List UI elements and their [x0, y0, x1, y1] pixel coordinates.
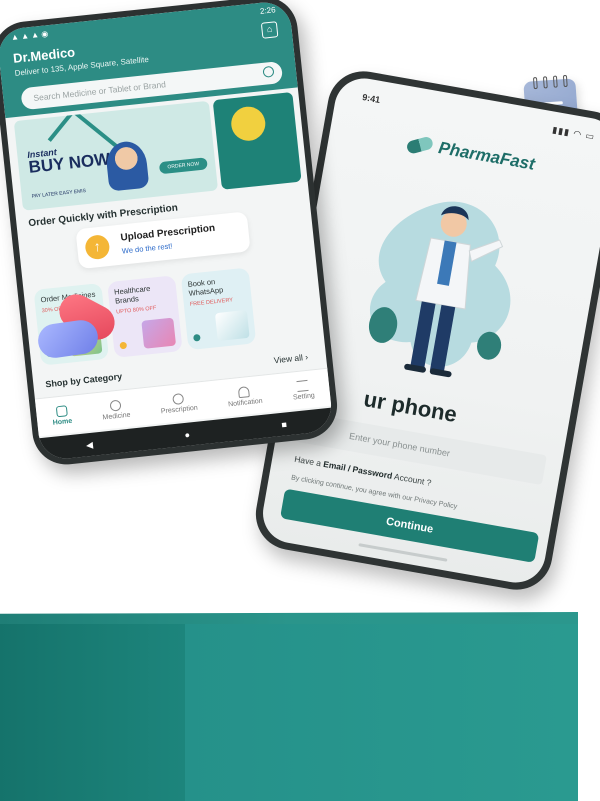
- status-icons: ▮▮▮ ◠ ▭: [551, 124, 596, 142]
- brands-image: [141, 317, 177, 349]
- whatsapp-booking-card[interactable]: Book on WhatsApp FREE DELIVERY: [180, 267, 257, 351]
- status-icons: ▲ ▲ ▲ ◉: [10, 29, 49, 43]
- capsule-icon: [35, 288, 121, 361]
- upload-icon: [172, 392, 185, 405]
- recents-icon[interactable]: ■: [281, 419, 287, 430]
- drmedico-phone: ▲ ▲ ▲ ◉ 2:26 Dr.Medico Deliver to 135, A…: [0, 0, 341, 468]
- shop-by-category-title: Shop by Category: [44, 371, 123, 390]
- phone-number-input[interactable]: Enter your phone number: [295, 412, 547, 486]
- nav-home[interactable]: Home: [51, 404, 73, 426]
- podium-side: [185, 624, 578, 801]
- nav-prescription[interactable]: Prescription: [159, 391, 198, 415]
- nav-notification[interactable]: Notification: [226, 384, 263, 408]
- status-time: 2:26: [259, 5, 276, 16]
- podium-front: [0, 624, 185, 801]
- pill-icon: [405, 135, 435, 155]
- promo-banner[interactable]: Instant BUY NOW PAY LATER EASY EMIS ORDE…: [13, 100, 219, 211]
- home-indicator: [358, 543, 448, 562]
- view-all-link[interactable]: View all ›: [273, 352, 308, 366]
- login-heading: ur phone: [361, 386, 459, 427]
- nav-medicine[interactable]: Medicine: [101, 398, 131, 421]
- search-icon: [262, 65, 275, 78]
- pill-icon: [109, 399, 122, 412]
- doctor-image: [214, 309, 250, 342]
- nav-setting[interactable]: Setting: [291, 379, 315, 401]
- pharmafast-logo: PharmaFast: [405, 133, 536, 175]
- promo-banner-secondary[interactable]: [212, 91, 302, 190]
- doctor-illustration: [368, 201, 511, 378]
- status-bar: ▲ ▲ ▲ ◉ 2:26: [11, 5, 277, 45]
- status-time: 9:41: [361, 92, 381, 106]
- home-icon: [55, 404, 68, 417]
- badge-shape: [229, 105, 267, 143]
- upload-arrow-icon: ↑: [84, 233, 111, 261]
- cart-icon[interactable]: ⌂: [260, 21, 279, 39]
- bell-icon: [238, 385, 251, 398]
- healthcare-brands-card[interactable]: Healthcare Brands UPTO 80% OFF: [107, 275, 183, 358]
- drmedico-screen: ▲ ▲ ▲ ◉ 2:26 Dr.Medico Deliver to 135, A…: [0, 0, 334, 462]
- order-now-button[interactable]: ORDER NOW: [158, 157, 208, 175]
- brand-name: PharmaFast: [437, 138, 537, 174]
- sliders-icon: [296, 379, 309, 392]
- home-button-icon[interactable]: ●: [184, 430, 190, 441]
- back-icon[interactable]: ◀: [85, 439, 93, 451]
